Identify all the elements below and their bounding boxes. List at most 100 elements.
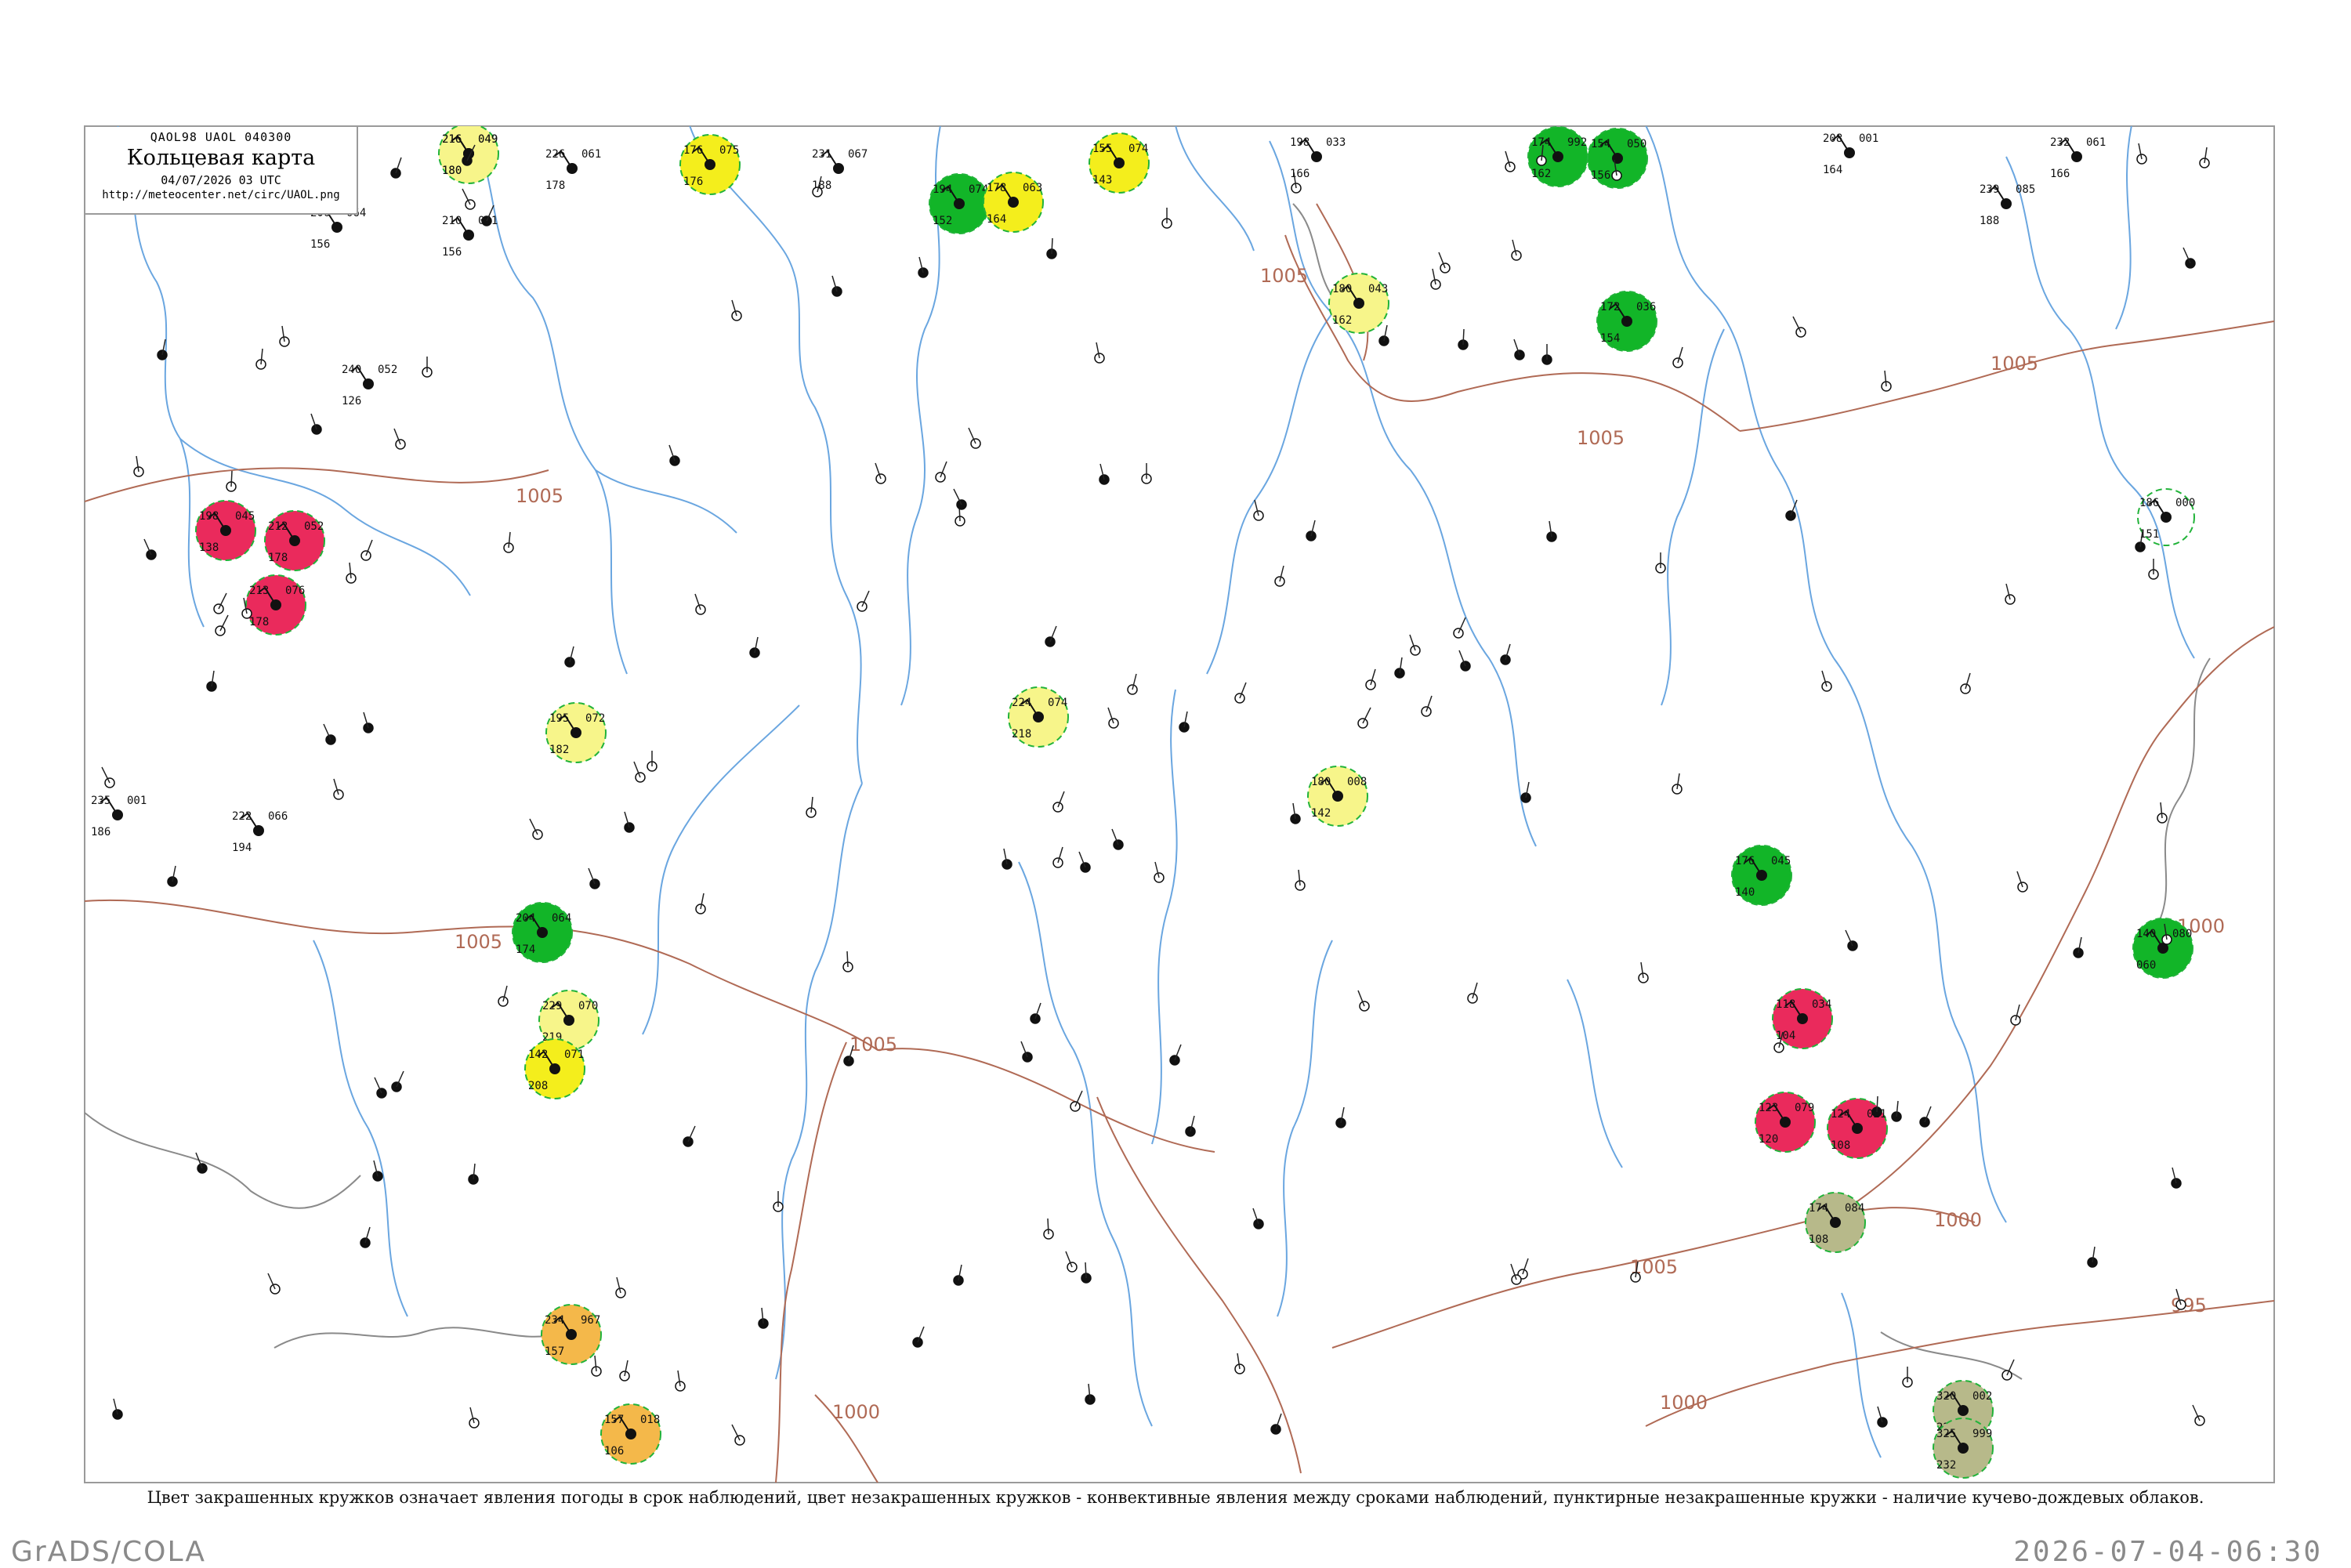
map-url[interactable]: http://meteocenter.net/circ/UAOL.png	[85, 189, 357, 201]
station-temp: 224	[1012, 697, 1031, 709]
station-pressure: 045	[1771, 855, 1791, 867]
station-temp: 213	[249, 585, 269, 597]
station-dewpoint: 106	[604, 1445, 624, 1458]
station-pressure: 067	[848, 148, 868, 161]
station-dewpoint: 162	[1332, 314, 1352, 327]
station[interactable]: 222 066 194	[232, 810, 288, 854]
station-temp: 232	[2050, 136, 2070, 149]
station-pressure: 049	[478, 133, 498, 146]
station-dewpoint: 178	[249, 616, 269, 628]
station-temp: 176	[683, 144, 703, 157]
station-temp: 210	[442, 215, 462, 227]
station[interactable]: 180 008 142	[1307, 766, 1368, 827]
station[interactable]: 231 067188	[812, 148, 868, 192]
station-pressure: 084	[1845, 1202, 1864, 1215]
station-dewpoint: 186	[91, 826, 110, 838]
station-temp: 140	[2136, 928, 2156, 940]
station[interactable]: 180 043 162	[1328, 273, 1389, 334]
station[interactable]: 198 045 138	[195, 500, 256, 561]
station-pressure: 064	[552, 912, 571, 925]
station[interactable]: 240 052 126	[342, 364, 397, 407]
station-temp: 123	[1759, 1102, 1778, 1114]
station-temp: 155	[1092, 143, 1112, 155]
station[interactable]: 198 033 166	[1290, 136, 1346, 180]
station[interactable]: 174 084 108	[1805, 1192, 1866, 1253]
station-temp: 154	[1591, 138, 1610, 150]
station-temp: 180	[1311, 776, 1331, 788]
station-temp: 186	[2139, 497, 2159, 509]
station-temp: 229	[542, 1000, 562, 1012]
rivers	[117, 126, 2195, 1458]
station-markers: 198 033 166 216 049 180 226 061 178 176 075 176 231 0…	[91, 126, 2195, 1479]
isobars	[85, 203, 2274, 1483]
station-temp: 216	[442, 133, 462, 146]
station[interactable]: 157 018 106	[600, 1403, 661, 1465]
station-pressure: 001	[127, 795, 147, 807]
station-pressure: 050	[1627, 138, 1646, 150]
station[interactable]: 142 071 208	[524, 1038, 585, 1099]
station[interactable]: 325 999 232	[1933, 1418, 1994, 1479]
station-pressure: 043	[1368, 283, 1388, 295]
station-temp: 226	[545, 148, 565, 161]
station[interactable]: 176 075 176	[679, 134, 741, 195]
station[interactable]: 224 074 218	[1008, 686, 1069, 748]
station[interactable]: 208 001 164	[1823, 132, 1878, 176]
station-temp: 174	[1531, 136, 1551, 149]
station-pressure: 085	[2016, 183, 2035, 196]
station-temp: 180	[1332, 283, 1352, 295]
station[interactable]: 232 061 166	[2050, 136, 2106, 180]
station-pressure: 074	[1048, 697, 1067, 709]
station-pressure: 066	[268, 810, 288, 823]
station[interactable]: 118 034 104	[1772, 988, 1833, 1049]
station[interactable]: 194 074152	[929, 173, 990, 234]
station-dewpoint: 152	[933, 215, 952, 227]
station-temp: 235	[91, 795, 110, 807]
station-dewpoint: 178	[545, 179, 565, 192]
station-temp: 325	[1936, 1428, 1956, 1440]
station[interactable]: 195 072 182	[545, 702, 607, 763]
station-dewpoint: 178	[268, 552, 288, 564]
wind-barb	[1462, 328, 1465, 346]
wind-barb	[1047, 1218, 1049, 1235]
wind-barb	[1876, 1095, 1878, 1113]
station-temp: 208	[1823, 132, 1842, 145]
station-temp: 178	[987, 182, 1006, 194]
station-pressure: 992	[1567, 136, 1587, 149]
station[interactable]: 176 045 140	[1731, 845, 1792, 906]
station[interactable]: 155 074 143	[1089, 132, 1150, 194]
station-pressure: 045	[235, 510, 255, 523]
station[interactable]: 234 967 157	[541, 1304, 602, 1365]
station[interactable]: 235 001 186	[91, 795, 147, 838]
station[interactable]: 172 036 154	[1596, 291, 1657, 352]
station-dewpoint: 156	[1591, 169, 1610, 182]
station-pressure: 033	[1326, 136, 1346, 149]
station-pressure: 036	[1636, 301, 1656, 313]
station[interactable]: 186 000151	[2137, 488, 2195, 546]
station-temp: 174	[1809, 1202, 1828, 1215]
station[interactable]: 174 992 162	[1527, 126, 1588, 187]
station-temp: 172	[1600, 301, 1620, 313]
station[interactable]: 204 064 174	[512, 902, 573, 963]
station-dewpoint: 108	[1809, 1233, 1828, 1246]
station[interactable]: 213 076 178	[245, 574, 306, 636]
station-dewpoint: 154	[1600, 332, 1620, 345]
station-pressure: 074	[1128, 143, 1148, 155]
station-dewpoint: 156	[442, 246, 462, 259]
synoptic-map[interactable]: 1005 1005 1005 1005 1005 1005 1005 1000 …	[0, 0, 2351, 1567]
station-pressure: 072	[585, 712, 605, 725]
station-dewpoint: 166	[2050, 168, 2070, 180]
map-datetime: 04/07/2026 03 UTC	[161, 173, 281, 187]
station[interactable]: 226 061 178	[545, 148, 601, 192]
station-temp: 176	[1735, 855, 1755, 867]
render-timestamp: 2026-07-04-06:30	[2013, 1536, 2323, 1568]
station-dewpoint: 108	[1831, 1139, 1850, 1152]
station-pressure: 002	[1972, 1390, 1992, 1403]
station[interactable]: 123 079 120	[1755, 1092, 1816, 1153]
station[interactable]: 212 052 178	[264, 510, 325, 571]
station-temp: 198	[1290, 136, 1310, 149]
station-pressure: 071	[564, 1048, 584, 1061]
station-pressure: 000	[2175, 497, 2195, 509]
station[interactable]: 140 080 060	[2132, 918, 2193, 979]
station[interactable]: 178 063 164	[983, 172, 1044, 233]
station-dewpoint: 164	[987, 213, 1006, 226]
